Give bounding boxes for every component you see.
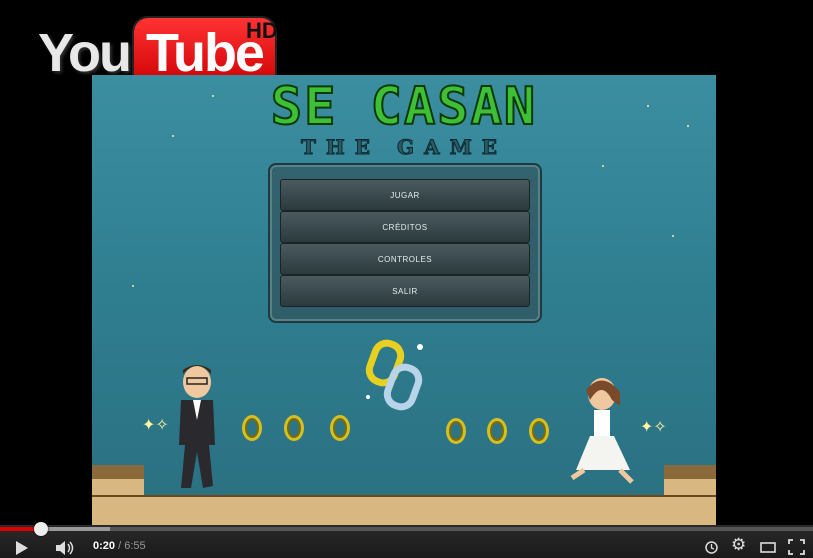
ring-pickup	[446, 418, 466, 444]
groom-character	[179, 365, 215, 488]
exit-button[interactable]: SALIR	[280, 275, 530, 307]
game-subtitle: THE GAME	[301, 135, 507, 160]
play-icon[interactable]	[15, 540, 29, 556]
fullscreen-icon[interactable]	[788, 539, 805, 555]
ring-pickup	[487, 418, 507, 444]
credits-button[interactable]: CRÉDITOS	[280, 211, 530, 243]
main-menu: JUGAR CRÉDITOS CONTROLES SALIR	[268, 163, 542, 323]
clock-icon[interactable]	[705, 541, 718, 554]
progress-scrubber[interactable]	[33, 522, 48, 536]
video-player[interactable]: You Tube HD SE CASAN THE GAME JUGAR CRÉD…	[0, 0, 813, 558]
game-title: SE CASAN	[270, 76, 538, 138]
ring-pickup	[330, 415, 350, 441]
sparkle-icon: ✦✧	[640, 419, 667, 436]
ring-pickup	[529, 418, 549, 444]
duration: 6:55	[124, 540, 146, 552]
progress-bar[interactable]	[0, 522, 813, 536]
star	[132, 285, 134, 287]
bride-character	[570, 378, 634, 484]
ground-platform	[92, 495, 716, 525]
volume-icon[interactable]	[55, 540, 75, 556]
game-screen[interactable]: SE CASAN THE GAME JUGAR CRÉDITOS CONTROL…	[92, 75, 716, 525]
theater-icon[interactable]	[760, 542, 776, 553]
current-time: 0:20	[93, 540, 116, 552]
chain-link-icon	[365, 339, 423, 411]
star	[672, 235, 674, 237]
settings-icon[interactable]: ⚙	[731, 535, 746, 555]
ring-pickup	[284, 415, 304, 441]
sparkle-icon: ✦✧	[142, 417, 169, 434]
hd-badge: HD	[246, 18, 278, 43]
controls-button[interactable]: CONTROLES	[280, 243, 530, 275]
star	[602, 165, 604, 167]
ring-pickup	[242, 415, 262, 441]
play-button[interactable]: JUGAR	[280, 179, 530, 211]
time-separator: /	[115, 540, 125, 552]
time-display: 0:20 / 6:55	[93, 540, 146, 552]
